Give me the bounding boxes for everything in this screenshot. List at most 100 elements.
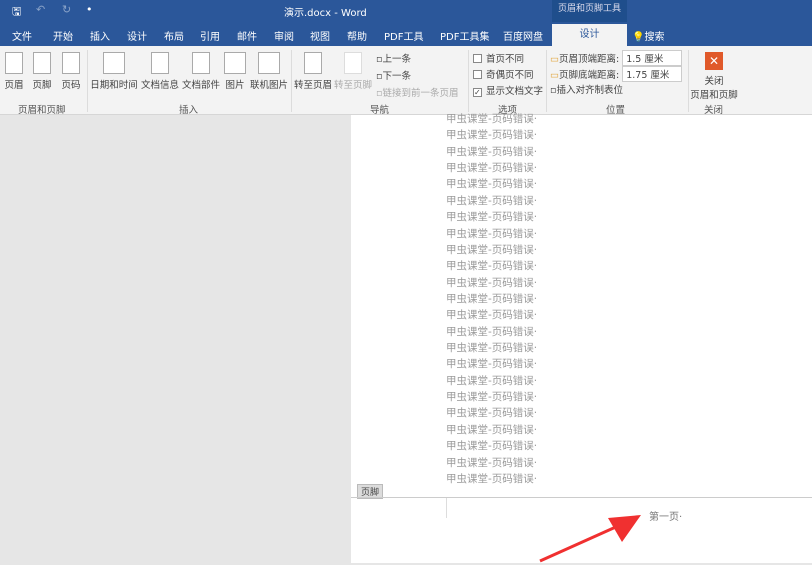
header-icon [5, 52, 23, 74]
document-page[interactable]: 甲虫课堂-页码错误· 甲虫课堂-页码错误· 甲虫课堂-页码错误· 甲虫课堂-页码错误·… [351, 113, 812, 563]
next-button[interactable]: ▫下一条 [376, 68, 411, 82]
link-to-previous-button[interactable]: ▫链接到前一条页眉 [376, 85, 458, 99]
header-button[interactable]: 页眉 [3, 52, 25, 91]
document-line: 甲虫课堂-页码错误· [446, 292, 538, 305]
date-time-button[interactable]: 日期和时间 [90, 52, 138, 91]
label: 下一条 [382, 71, 411, 82]
divider [291, 50, 292, 112]
label: 日期和时间 [90, 80, 138, 91]
label: 页眉 [4, 80, 24, 91]
divider [87, 50, 88, 112]
tab-pdf-tools[interactable]: PDF工具 [384, 28, 423, 43]
footer-boundary [351, 497, 812, 498]
footer-button[interactable]: 页脚 [31, 52, 53, 91]
customize-qat-icon[interactable]: • [86, 3, 93, 16]
document-line: 甲虫课堂-页码错误· [446, 423, 538, 436]
show-document-text-checkbox[interactable]: ✓ 显示文档文字 [473, 83, 543, 97]
checkbox-icon [473, 70, 482, 79]
divider [546, 50, 547, 112]
document-line: 甲虫课堂-页码错误· [446, 113, 538, 125]
checkmark-icon: ✓ [473, 88, 482, 97]
label: 联机图片 [249, 80, 288, 91]
tab-pdf-toolset[interactable]: PDF工具集 [440, 28, 489, 43]
goto-footer-icon [344, 52, 362, 74]
goto-header-button[interactable]: 转至页眉 [293, 52, 333, 91]
context-tab-group: 页眉和页脚工具 [552, 0, 627, 22]
document-line: 甲虫课堂-页码错误· [446, 440, 538, 453]
tab-review[interactable]: 审阅 [274, 28, 294, 43]
calendar-icon [103, 52, 125, 74]
footer-icon [33, 52, 51, 74]
label: 链接到前一条页眉 [382, 88, 459, 99]
tab-help[interactable]: 帮助 [347, 28, 367, 43]
close-icon: ✕ [705, 52, 723, 70]
label: 图片 [225, 80, 245, 91]
different-odd-even-checkbox[interactable]: 奇偶页不同 [473, 67, 534, 81]
quick-parts-button[interactable]: 文档部件 [181, 52, 221, 91]
group-label: 关闭 [704, 105, 724, 116]
search-label: 搜索 [644, 32, 665, 43]
footer-text[interactable]: 第一页· [649, 508, 682, 523]
label: 文档信息 [140, 80, 179, 91]
online-picture-button[interactable]: 联机图片 [249, 52, 289, 91]
label: 页眉和页脚 [690, 90, 738, 101]
tab-baidu-netdisk[interactable]: 百度网盘 [503, 28, 543, 43]
document-line: 甲虫课堂-页码错误· [446, 162, 538, 175]
document-line: 甲虫课堂-页码错误· [446, 325, 538, 338]
tab-references[interactable]: 引用 [200, 28, 220, 43]
picture-icon [224, 52, 246, 74]
online-picture-icon [258, 52, 280, 74]
tab-insert[interactable]: 插入 [90, 28, 110, 43]
goto-footer-button[interactable]: 转至页脚 [333, 52, 373, 91]
document-line: 甲虫课堂-页码错误· [446, 243, 538, 256]
document-line: 甲虫课堂-页码错误· [446, 407, 538, 420]
previous-button[interactable]: ▫上一条 [376, 51, 411, 65]
title-bar: 🖫 ↶ ↻ • 演示.docx - Word 页眉和页脚工具 [0, 0, 812, 22]
group-label: 页眉和页脚 [18, 105, 66, 116]
tab-header-footer-design[interactable]: 设计 [552, 24, 627, 46]
header-position-icon: ▭ [550, 54, 559, 65]
header-top-spinner[interactable]: 1.5 厘米 [622, 50, 683, 66]
label: 页码 [61, 80, 81, 91]
red-arrow-annotation [539, 515, 641, 563]
tab-design[interactable]: 设计 [127, 28, 147, 43]
document-line: 甲虫课堂-页码错误· [446, 309, 538, 322]
label: 页脚底端距离: [558, 70, 620, 81]
tab-layout[interactable]: 布局 [164, 28, 184, 43]
goto-header-icon [304, 52, 322, 74]
tab-home[interactable]: 开始 [53, 28, 73, 43]
document-line: 甲虫课堂-页码错误· [446, 145, 538, 158]
search-button[interactable]: 💡搜索 [632, 28, 664, 43]
document-line: 甲虫课堂-页码错误· [446, 391, 538, 404]
picture-button[interactable]: 图片 [222, 52, 248, 91]
tab-view[interactable]: 视图 [310, 28, 330, 43]
footer-bottom-spinner[interactable]: 1.75 厘米 [622, 66, 683, 82]
doc-info-button[interactable]: 文档信息 [140, 52, 180, 91]
save-icon[interactable]: 🖫 [12, 3, 21, 22]
different-first-page-checkbox[interactable]: 首页不同 [473, 51, 524, 65]
insert-alignment-tab-button[interactable]: ▫插入对齐制表位 [550, 82, 623, 96]
ribbon-tabs: 文件 开始 插入 设计 布局 引用 邮件 审阅 视图 帮助 PDF工具 PDF工… [0, 22, 812, 46]
document-line: 甲虫课堂-页码错误· [446, 358, 538, 371]
label: 插入对齐制表位 [556, 85, 623, 96]
undo-icon[interactable]: ↶ [36, 3, 45, 16]
document-line: 甲虫课堂-页码错误· [446, 227, 538, 240]
checkbox-icon [473, 54, 482, 63]
doc-info-icon [151, 52, 169, 74]
label: 转至页脚 [333, 80, 372, 91]
tab-mailings[interactable]: 邮件 [237, 28, 257, 43]
label: 首页不同 [486, 54, 525, 65]
tab-file[interactable]: 文件 [12, 28, 32, 43]
group-label: 位置 [606, 105, 626, 116]
document-line: 甲虫课堂-页码错误· [446, 211, 538, 224]
label: 页眉顶端距离: [558, 54, 620, 65]
document-line: 甲虫课堂-页码错误· [446, 456, 538, 469]
redo-icon[interactable]: ↻ [62, 3, 71, 16]
document-line: 甲虫课堂-页码错误· [446, 374, 538, 387]
document-line: 甲虫课堂-页码错误· [446, 178, 538, 191]
page-number-button[interactable]: 页码 [60, 52, 82, 91]
document-line: 甲虫课堂-页码错误· [446, 194, 538, 207]
close-header-footer-button[interactable]: ✕ 关闭 页眉和页脚 [689, 52, 739, 101]
group-label: 导航 [370, 105, 390, 116]
margin-marker [446, 498, 447, 518]
